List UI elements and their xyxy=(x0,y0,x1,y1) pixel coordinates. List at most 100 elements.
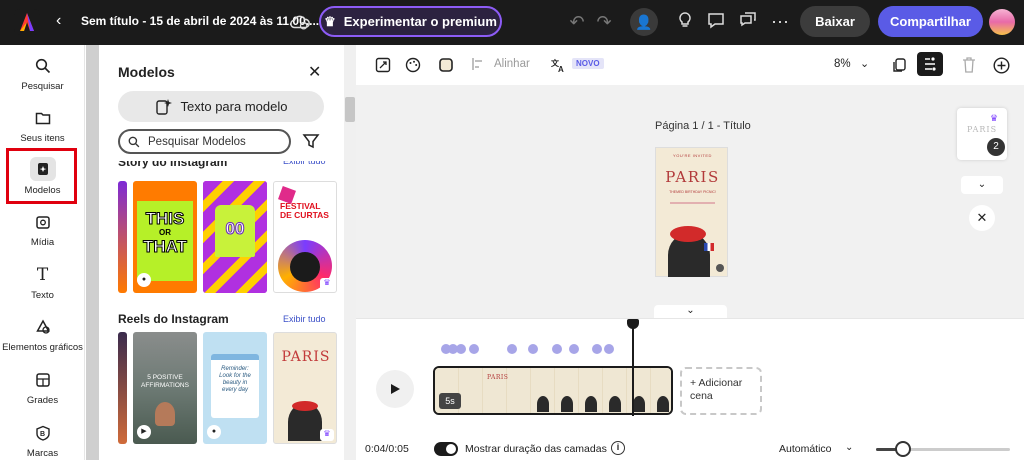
play-button[interactable] xyxy=(376,370,414,408)
review-comments-icon[interactable] xyxy=(737,11,759,33)
section-title-instagram-story: Story do Instagram xyxy=(118,161,228,169)
playhead[interactable] xyxy=(632,323,634,416)
left-rail: Pesquisar Seus itens Modelos Mídia T Tex… xyxy=(0,45,85,460)
delete-icon[interactable] xyxy=(960,57,978,75)
animation-tool-icon[interactable] xyxy=(917,52,943,76)
svg-text:B: B xyxy=(40,431,45,438)
thumb-text: THAT xyxy=(142,237,188,257)
rail-label: Texto xyxy=(31,290,54,301)
page-thumbnail-title: PARIS xyxy=(966,125,998,134)
canvas-poster[interactable]: YOU'RE INVITED PARIS THEMED BIRTHDAY PIC… xyxy=(655,147,728,277)
toggle-label: Mostrar duração das camadas xyxy=(465,443,607,455)
chevron-down-icon[interactable]: ⌄ xyxy=(860,57,869,70)
chevron-down-icon[interactable]: ⌄ xyxy=(961,176,1003,194)
invite-user-icon[interactable]: 👤 xyxy=(630,8,658,36)
chevron-down-icon[interactable]: ⌄ xyxy=(654,305,727,319)
text-to-template-button[interactable]: Texto para modelo xyxy=(118,91,324,122)
timeline-clip[interactable]: PARIS xyxy=(433,366,673,415)
thumb-text: THIS xyxy=(145,209,185,229)
text-to-template-label: Texto para modelo xyxy=(180,99,288,114)
layers-icon[interactable] xyxy=(891,57,909,75)
document-title[interactable]: Sem título - 15 de abril de 2024 às 11.0… xyxy=(81,14,319,28)
try-premium-button[interactable]: ♛ Experimentar o premium xyxy=(319,6,502,37)
rail-item-search[interactable]: Pesquisar xyxy=(0,55,85,105)
grid-icon xyxy=(32,369,54,391)
template-thumb-affirmations[interactable]: 5 POSITIVE AFFIRMATIONS ▶ xyxy=(133,332,197,444)
filter-icon[interactable] xyxy=(302,132,320,150)
animation-badge-icon: ● xyxy=(137,273,151,287)
poster-top-text: YOU'RE INVITED xyxy=(673,153,712,158)
top-bar: ‹ Sem título - 15 de abril de 2024 às 11… xyxy=(0,0,1024,45)
rail-label: Grades xyxy=(26,395,59,406)
show-layer-duration-toggle[interactable] xyxy=(434,442,458,456)
thumb-text: PARIS xyxy=(281,349,331,365)
thumb-text: AFFIRMATIONS xyxy=(141,382,189,389)
rail-item-media[interactable]: Mídia xyxy=(0,211,85,261)
svg-text:A: A xyxy=(558,65,564,73)
rail-item-grids[interactable]: Grades xyxy=(0,369,85,419)
align-label: Alinhar xyxy=(494,58,530,70)
panel-title: Modelos xyxy=(118,64,175,80)
shapes-icon xyxy=(32,316,54,338)
download-button[interactable]: Baixar xyxy=(800,6,870,37)
slider-knob[interactable] xyxy=(894,441,911,457)
see-all-link-story[interactable]: Exibir tudo xyxy=(283,161,326,167)
play-icon: ▶ xyxy=(137,425,151,439)
panel-scrollbar[interactable] xyxy=(344,45,356,460)
template-thumb-reminder[interactable]: Reminder: Look for the beauty in every d… xyxy=(203,332,267,444)
crown-icon: ♛ xyxy=(324,13,336,29)
palette-icon[interactable] xyxy=(404,57,422,75)
play-icon xyxy=(391,384,400,394)
thumb-text: 5 POSITIVE xyxy=(147,374,183,381)
template-thumb-jersey[interactable]: 00 xyxy=(203,181,267,293)
background-color-icon[interactable] xyxy=(437,57,455,75)
template-thumb-partial[interactable] xyxy=(118,332,127,444)
poster-subtitle: THEMED BIRTHDAY PICNIC! xyxy=(669,190,716,194)
rail-label: Mídia xyxy=(30,237,55,248)
adobe-express-logo[interactable] xyxy=(14,9,40,35)
cloud-sync-icon[interactable] xyxy=(289,11,311,33)
search-input[interactable]: Pesquisar Modelos xyxy=(118,129,291,154)
media-icon xyxy=(32,211,54,233)
template-thumb-partial[interactable] xyxy=(118,181,127,293)
user-avatar[interactable] xyxy=(989,9,1015,35)
rail-item-graphics[interactable]: Elementos gráficos xyxy=(0,316,85,366)
text-icon: T xyxy=(36,265,49,285)
rail-item-text[interactable]: T Texto xyxy=(0,264,85,314)
share-button[interactable]: Compartilhar xyxy=(878,6,983,37)
back-chevron-icon[interactable]: ‹ xyxy=(56,12,61,30)
scrollbar-thumb[interactable] xyxy=(345,97,355,122)
lightbulb-icon[interactable] xyxy=(674,11,696,33)
page-label: Página 1 / 1 - Título xyxy=(655,120,751,132)
zoom-level[interactable]: 8% xyxy=(834,58,851,70)
resize-icon[interactable] xyxy=(374,57,392,75)
add-icon[interactable] xyxy=(992,57,1010,75)
chevron-down-icon[interactable]: ⌄ xyxy=(845,442,853,453)
template-thumb-this-or-that[interactable]: THIS OR THAT ● xyxy=(133,181,197,293)
redo-icon[interactable]: ↷ xyxy=(593,11,615,33)
template-thumb-festival[interactable]: FESTIVAL DE CURTAS ♛ xyxy=(273,181,337,293)
premium-crown-icon: ♛ xyxy=(320,278,334,290)
add-scene-button[interactable]: + Adicionar cena xyxy=(680,367,762,415)
see-all-link-reels[interactable]: Exibir tudo xyxy=(283,314,326,324)
comment-icon[interactable] xyxy=(705,11,727,33)
more-options-icon[interactable]: ⋯ xyxy=(769,11,791,33)
translate-icon[interactable]: 文A xyxy=(549,57,567,75)
section-title-instagram-reels: Reels do Instagram xyxy=(118,312,229,326)
time-readout: 0:04/0:05 xyxy=(365,443,409,455)
template-thumb-paris[interactable]: PARIS ♛ xyxy=(273,332,337,444)
undo-icon[interactable]: ↶ xyxy=(566,11,588,33)
close-icon[interactable]: ✕ xyxy=(969,205,995,231)
thumb-text: Reminder: Look for the beauty in every d… xyxy=(219,366,251,393)
poster-title: PARIS xyxy=(665,168,720,186)
close-icon[interactable]: ✕ xyxy=(308,62,321,82)
playback-mode-select[interactable]: Automático xyxy=(779,443,832,455)
folder-icon xyxy=(32,107,54,129)
sparkle-template-icon xyxy=(155,98,172,115)
info-icon[interactable]: i xyxy=(611,441,625,455)
rail-item-brands[interactable]: B Marcas xyxy=(0,422,85,472)
search-icon xyxy=(32,55,54,77)
new-badge: NOVO xyxy=(572,58,604,69)
search-placeholder: Pesquisar Modelos xyxy=(148,135,246,148)
thumb-text: OR xyxy=(159,228,171,237)
